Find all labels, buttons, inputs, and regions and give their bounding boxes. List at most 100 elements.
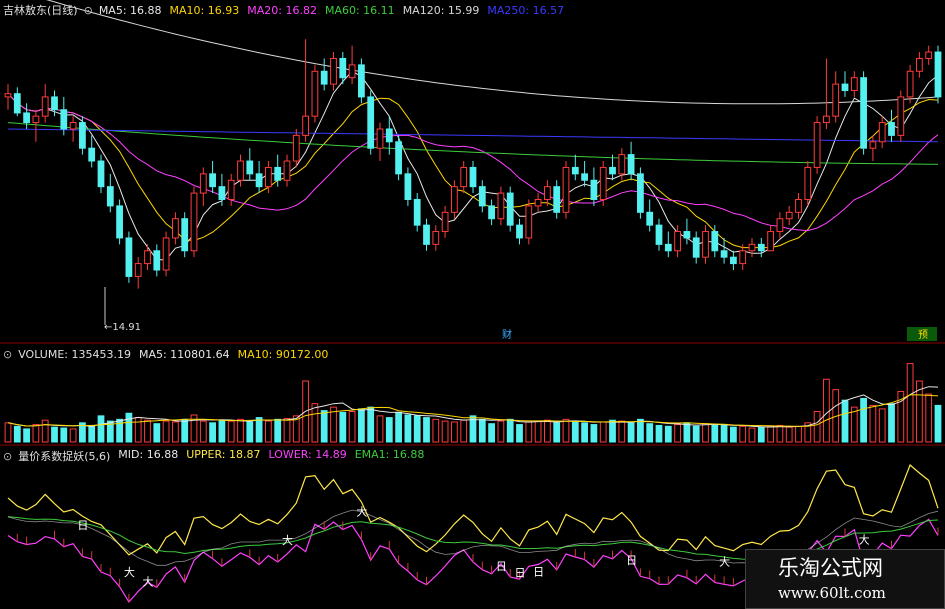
volume-bar <box>934 404 942 443</box>
candle-body <box>144 250 151 265</box>
candle-body <box>237 160 244 181</box>
volume-bar <box>655 424 663 443</box>
volume-bar <box>767 425 774 443</box>
candle-body <box>627 154 635 175</box>
volume-bar <box>134 417 142 443</box>
volume-bar <box>41 419 49 443</box>
volume-bar <box>385 417 393 443</box>
indicator_header-3: LOWER: 14.89 <box>268 448 347 461</box>
volume-bar <box>441 420 449 443</box>
volume-bar <box>451 421 458 443</box>
stock-chart[interactable]: 日大大大大日日日日大日日日大 ←14.91 财 预 <box>0 0 945 609</box>
volume-bar <box>627 422 635 443</box>
signal-label: 大 <box>356 505 367 519</box>
settings-icon[interactable]: ⊙ <box>3 348 12 361</box>
volume-bar <box>785 426 793 443</box>
watermark-name: 乐淘公式网 <box>778 556 883 580</box>
candle <box>525 199 533 245</box>
candle <box>637 167 644 219</box>
volume-bar <box>209 422 216 443</box>
volume-bar <box>841 399 849 443</box>
volume-bar <box>888 403 895 443</box>
candle-body <box>116 205 123 239</box>
volume-bar <box>823 378 830 443</box>
volume-bar <box>97 415 105 443</box>
badge-cai: 财 <box>502 328 512 341</box>
candle-body <box>581 173 588 181</box>
candle-body <box>358 64 365 98</box>
settings-icon[interactable]: ⊙ <box>3 450 12 463</box>
candle-body <box>767 231 774 252</box>
volume-bar <box>599 421 607 443</box>
volume-bar <box>813 410 821 443</box>
volume-bar <box>460 419 468 443</box>
indicator_header-1: MID: 16.88 <box>118 448 179 461</box>
candle-body <box>13 93 21 114</box>
watermark-logo: 乐淘公式网 www.60lt.com <box>745 549 945 609</box>
candle-body <box>41 96 49 117</box>
candle-body <box>274 166 282 181</box>
candle-body <box>637 173 644 213</box>
volume-bar <box>637 418 644 443</box>
candle <box>804 161 812 206</box>
volume-bar <box>776 424 784 443</box>
volume-bar <box>720 424 728 443</box>
indicator_header-2: UPPER: 18.87 <box>186 448 261 461</box>
badge-yu: 预 <box>907 327 937 341</box>
candle-body <box>674 231 681 252</box>
candle-body <box>469 166 477 188</box>
volume-bar <box>153 423 161 443</box>
signal-label: 大 <box>719 555 730 569</box>
volume-bar <box>283 417 291 443</box>
volume-bar <box>674 424 681 443</box>
candle <box>813 116 821 174</box>
candle-body <box>906 70 914 98</box>
volume-bar <box>367 406 375 443</box>
indicator-header: ⊙ 量价系数捉妖(5,6) MID: 16.88 UPPER: 18.87 LOWER… <box>3 448 424 464</box>
candle-body <box>348 64 356 79</box>
volume-bar <box>358 408 365 443</box>
volume-bar <box>246 421 254 443</box>
price_header-1: MA10: 16.93 <box>169 3 240 17</box>
volume_header-0: VOLUME: 135453.19 <box>18 347 131 361</box>
candle-body <box>23 112 30 124</box>
candle-body <box>339 57 347 79</box>
settings-icon[interactable]: ⊙ <box>84 4 93 17</box>
candle-body <box>525 205 533 239</box>
candle-body <box>534 198 542 207</box>
volume-bar <box>255 417 263 443</box>
candle-body <box>367 96 375 149</box>
volume-bar <box>925 393 933 443</box>
volume-bar <box>69 428 77 443</box>
candle-body <box>311 70 319 117</box>
candle-body <box>79 122 86 149</box>
candle-body <box>255 173 263 188</box>
candle-body <box>813 122 821 168</box>
volume-bar <box>311 403 319 443</box>
indicator_header-4: EMA1: 16.88 <box>354 448 425 461</box>
volume-bar <box>432 418 440 443</box>
volume-bar <box>478 418 486 443</box>
candle <box>860 71 867 155</box>
volume-bar <box>534 420 542 443</box>
candle-body <box>199 173 207 194</box>
price_header-0: MA5: 16.88 <box>98 3 162 17</box>
candle-body <box>618 154 626 175</box>
volume-bar <box>60 427 68 443</box>
badge-yu-label: 预 <box>918 329 928 341</box>
volume-bar <box>878 408 886 443</box>
stock-title: 吉林敖东(日线) <box>3 4 78 17</box>
candle-body <box>823 115 830 124</box>
volume-bar <box>162 420 170 443</box>
candle <box>506 186 514 232</box>
volume-bar <box>544 419 551 443</box>
candle-body <box>395 141 402 175</box>
candle-body <box>571 166 579 175</box>
volume-bar <box>711 424 719 443</box>
volume-bar <box>516 424 523 443</box>
volume_header-1: MA5: 110801.64 <box>138 347 230 361</box>
price_header-2: MA20: 16.82 <box>247 3 317 17</box>
volume-bar <box>795 425 802 443</box>
candle-body <box>283 160 291 181</box>
candle-body <box>916 57 923 72</box>
